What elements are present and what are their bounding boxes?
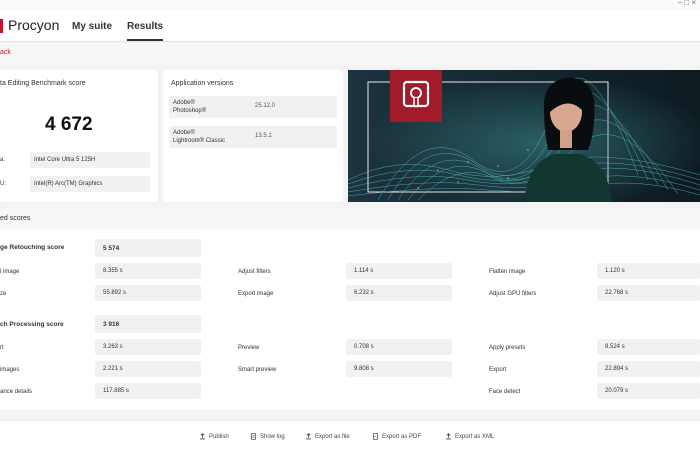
retouching-score-label: ge Retouching score bbox=[0, 244, 65, 251]
app-versions-title: Application versions bbox=[171, 80, 234, 87]
brand-accent-bar bbox=[0, 19, 3, 33]
metric-label: Flatten image bbox=[489, 269, 526, 275]
lightroom-version: 13.5.1 bbox=[255, 133, 272, 139]
pdf-icon bbox=[373, 433, 378, 440]
tab-my-suite[interactable]: My suite bbox=[72, 21, 112, 32]
export-icon bbox=[306, 433, 311, 440]
metric-label: Export image bbox=[238, 291, 274, 297]
metric-value: 3.263 s bbox=[95, 339, 201, 355]
metric-label: rt bbox=[0, 345, 4, 351]
export-as-pdf-button[interactable]: Export as PDF bbox=[372, 433, 421, 440]
summary-title: ta Editing Benchmark score bbox=[0, 80, 86, 87]
hero-illustration bbox=[348, 70, 700, 202]
show-log-button[interactable]: Show log bbox=[250, 433, 285, 440]
sub-navigation: ack bbox=[0, 43, 700, 65]
metric-value: 8.355 s bbox=[95, 263, 201, 279]
top-navigation: Procyon My suite Results bbox=[0, 10, 700, 42]
app-name-photoshop-line2: Photoshop® bbox=[173, 108, 207, 114]
batch-score-label: ch Processing score bbox=[0, 321, 64, 328]
export-icon bbox=[446, 433, 451, 440]
gpu-label: U: bbox=[0, 181, 6, 187]
metric-label: ze bbox=[0, 291, 7, 297]
metric-label: Apply presets bbox=[489, 345, 526, 351]
metric-label: Adjust GPU filters bbox=[489, 291, 537, 297]
benchmark-summary-card: ta Editing Benchmark score 4 672 a: Inte… bbox=[0, 70, 158, 202]
detailed-scores-title: ed scores bbox=[0, 215, 31, 222]
detailed-scores-header: ed scores bbox=[0, 208, 700, 230]
metric-value: 2.221 s bbox=[95, 361, 201, 377]
metric-value: 1.120 s bbox=[597, 263, 700, 279]
benchmark-score: 4 672 bbox=[45, 114, 93, 135]
export-as-file-button[interactable]: Export as file bbox=[305, 433, 350, 440]
window-titlebar: – □ × bbox=[0, 0, 700, 10]
metric-value: 117.885 s bbox=[95, 383, 201, 399]
metric-value: 8.524 s bbox=[597, 339, 700, 355]
metric-value: 22.768 s bbox=[597, 285, 700, 301]
gpu-value: Intel(R) Arc(TM) Graphics bbox=[30, 176, 150, 192]
app-name-lightroom-line2: Lightroom® Classic bbox=[173, 138, 226, 144]
metric-value: 6.232 s bbox=[346, 285, 452, 301]
metric-label: ance details bbox=[0, 389, 33, 395]
metric-label: Face detect bbox=[489, 389, 521, 395]
metric-label: Preview bbox=[238, 345, 260, 351]
export-as-xml-button[interactable]: Export as XML bbox=[445, 433, 494, 440]
cpu-value: Intel Core Ultra 5 125H bbox=[30, 152, 150, 168]
batch-score-value: 3 916 bbox=[95, 315, 201, 333]
metric-label: l image bbox=[0, 269, 20, 275]
app-brand: Procyon bbox=[8, 17, 60, 33]
retouching-score-value: 5 574 bbox=[95, 239, 201, 257]
tab-results[interactable]: Results bbox=[127, 21, 164, 41]
metric-value: 0.708 s bbox=[346, 339, 452, 355]
metric-value: 22.894 s bbox=[597, 361, 700, 377]
app-name-photoshop-line1: Adobe® bbox=[173, 100, 195, 106]
window-controls[interactable]: – □ × bbox=[678, 0, 696, 7]
back-link[interactable]: ack bbox=[0, 49, 11, 56]
app-row-lightroom: Adobe® Lightroom® Classic bbox=[169, 126, 337, 148]
detailed-scores-panel: ge Retouching score 5 574 l image 8.355 … bbox=[0, 230, 700, 410]
app-row-photoshop: Adobe® Photoshop® bbox=[169, 96, 337, 118]
document-icon bbox=[251, 433, 256, 440]
app-versions-card: Application versions Adobe® Photoshop® 2… bbox=[163, 70, 343, 202]
upload-icon bbox=[200, 433, 205, 440]
hero-image bbox=[348, 70, 700, 202]
metric-value: 1.114 s bbox=[346, 263, 452, 279]
footer-actions: Publish Show log Export as file Export a… bbox=[0, 420, 700, 450]
metric-value: 55.892 s bbox=[95, 285, 201, 301]
photoshop-version: 25.12.0 bbox=[255, 103, 276, 109]
metric-value: 9.808 s bbox=[346, 361, 452, 377]
cpu-label: a: bbox=[0, 157, 6, 163]
metric-label: Adjust filters bbox=[238, 269, 271, 275]
app-name-lightroom-line1: Adobe® bbox=[173, 130, 195, 136]
metric-label: images bbox=[0, 367, 20, 373]
metric-label: Export bbox=[489, 367, 507, 373]
metric-label: Smart preview bbox=[238, 367, 277, 373]
publish-button[interactable]: Publish bbox=[199, 433, 229, 440]
metric-value: 20.079 s bbox=[597, 383, 700, 399]
